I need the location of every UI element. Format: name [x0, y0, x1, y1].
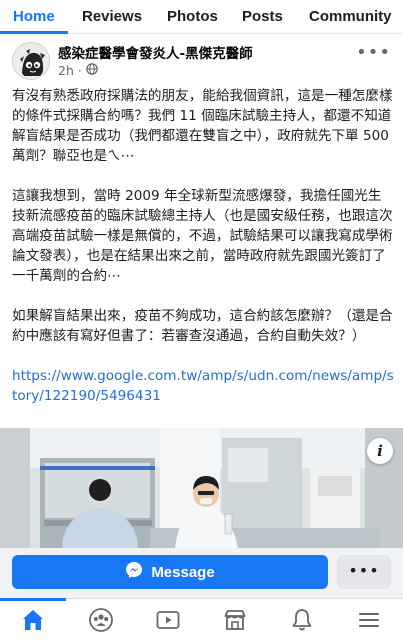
tab-photos[interactable]: Photos	[167, 8, 218, 25]
page-tabs: Home Reviews Photos Posts Community	[0, 0, 403, 34]
avatar[interactable]	[12, 42, 50, 80]
active-tab-indicator	[0, 31, 68, 34]
notifications-icon[interactable]	[289, 607, 315, 633]
messenger-icon	[125, 561, 143, 583]
watch-icon[interactable]	[155, 607, 181, 633]
info-icon[interactable]: i	[367, 438, 393, 464]
tab-reviews[interactable]: Reviews	[82, 8, 142, 25]
active-nav-indicator	[0, 598, 66, 601]
globe-icon	[86, 63, 98, 78]
post-paragraph: 有沒有熟悉政府採購法的朋友，能給我個資訊，這是一種怎麼樣的條件式採購合約嗎？我們…	[12, 88, 393, 164]
post-paragraph: 如果解盲結果出來，疫苗不夠成功，這合約該怎麼辦？（還是合約中應該有寫好但書了：若…	[12, 308, 393, 344]
post-header: 感染症醫學會發炎人-黑傑克醫師 2h · •••	[0, 36, 403, 84]
home-icon[interactable]	[20, 607, 46, 633]
groups-icon[interactable]	[88, 607, 114, 633]
menu-icon[interactable]	[356, 607, 382, 633]
bottom-nav	[0, 598, 403, 640]
message-button[interactable]: Message	[12, 555, 328, 589]
page-name[interactable]: 感染症醫學會發炎人-黑傑克醫師	[58, 42, 253, 62]
tab-posts[interactable]: Posts	[242, 8, 283, 25]
message-bar: Message •••	[0, 548, 403, 598]
link-preview-image[interactable]: i	[0, 428, 403, 548]
message-button-label: Message	[151, 563, 215, 581]
meta-separator: ·	[77, 63, 82, 78]
more-actions-button[interactable]: •••	[337, 555, 391, 589]
tab-community[interactable]: Community	[309, 8, 392, 25]
tab-home[interactable]: Home	[13, 8, 55, 25]
post-body: 有沒有熟悉政府採購法的朋友，能給我個資訊，這是一種怎麼樣的條件式採購合約嗎？我們…	[12, 86, 395, 406]
post-time[interactable]: 2h	[58, 63, 74, 78]
post-paragraph: 這讓我想到，當時 2009 年全球新型流感爆發，我擔任國光生技新流感疫苗的臨床試…	[12, 188, 393, 284]
post-link[interactable]: https://www.google.com.tw/amp/s/udn.com/…	[12, 366, 395, 406]
marketplace-icon[interactable]	[222, 607, 248, 633]
post-meta: 2h ·	[58, 63, 98, 78]
post-more-options-icon[interactable]: •••	[356, 42, 391, 63]
